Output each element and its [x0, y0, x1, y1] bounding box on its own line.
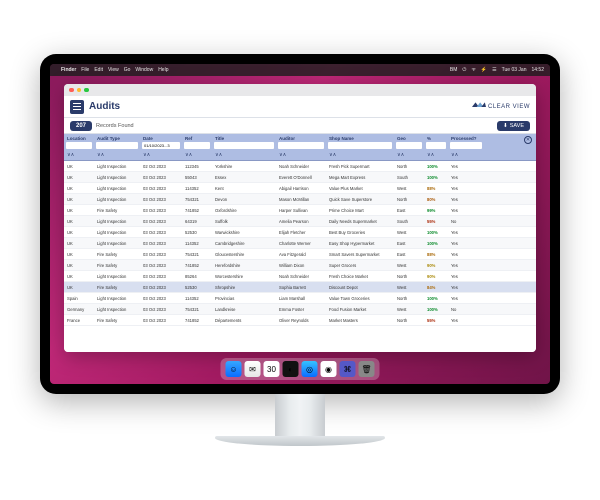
sort-toggle-icon[interactable]: ∨∧: [182, 152, 212, 158]
menubar-app-name[interactable]: Finder: [61, 67, 76, 73]
column-header[interactable]: Processed?: [448, 134, 484, 142]
column-header[interactable]: Ref: [182, 134, 212, 142]
dock-teams-icon[interactable]: ⌘: [340, 361, 356, 377]
macos-menubar: Finder File Edit View Go Window Help BM …: [50, 64, 550, 76]
dock-chrome-icon[interactable]: ◉: [321, 361, 337, 377]
monitor-stand: [275, 394, 325, 436]
table-row[interactable]: GermanyLight Inspection03 Oct 2023754321…: [64, 304, 536, 315]
control-center-icon[interactable]: ☰: [492, 67, 496, 73]
table-row[interactable]: UKFire Safety03 Oct 2023741852Oxfordshir…: [64, 205, 536, 216]
window-titlebar: [64, 84, 536, 96]
audits-table: UKLight Inspection02 Oct 2023112345Yorks…: [64, 161, 536, 352]
filter-input[interactable]: [184, 142, 210, 149]
filter-input[interactable]: [96, 142, 138, 149]
table-row[interactable]: UKFire Safety03 Oct 2023741852Herefordsh…: [64, 260, 536, 271]
table-row[interactable]: UKLight Inspection03 Oct 202352530Warwic…: [64, 227, 536, 238]
column-header[interactable]: Auditor: [276, 134, 326, 142]
wifi-icon[interactable]: ᯤ: [471, 67, 476, 73]
menubar-left: Finder File Edit View Go Window Help: [56, 67, 168, 73]
record-count-badge: 207: [70, 121, 92, 131]
table-row[interactable]: UKFire Safety03 Oct 2023754321Gloucester…: [64, 249, 536, 260]
column-header[interactable]: Shop Name: [326, 134, 394, 142]
table-row[interactable]: UKLight Inspection03 Oct 202364319Suffol…: [64, 216, 536, 227]
sort-toggle-icon[interactable]: ∨∧: [212, 152, 276, 158]
column-header[interactable]: Date: [140, 134, 182, 142]
table-row[interactable]: UKLight Inspection03 Oct 2023114352KentA…: [64, 183, 536, 194]
sort-toggle-icon[interactable]: ∨∧: [64, 152, 94, 158]
filter-input[interactable]: [66, 142, 92, 149]
column-header[interactable]: Geo: [394, 134, 424, 142]
table-row[interactable]: UKLight Inspection03 Oct 202355043EssexE…: [64, 172, 536, 183]
table-row[interactable]: UKLight Inspection02 Oct 2023112345Yorks…: [64, 161, 536, 172]
filter-row: LocationAudit TypeDateRefTitleAuditorSho…: [64, 134, 536, 161]
dock-app1-icon[interactable]: ◐: [283, 361, 299, 377]
table-row[interactable]: SpainLight Inspection03 Oct 2023114352Pr…: [64, 293, 536, 304]
zoom-window-icon[interactable]: [84, 88, 89, 93]
filter-input[interactable]: [142, 142, 180, 149]
column-header[interactable]: %: [424, 134, 448, 142]
filter-input[interactable]: [396, 142, 422, 149]
table-row[interactable]: FranceFire Safety03 Oct 2023741852Départ…: [64, 315, 536, 326]
menubar-date[interactable]: Tue 03 Jan: [502, 67, 527, 73]
app-header: Audits CLEAR VIEW: [64, 96, 536, 118]
table-row[interactable]: UKFire Safety03 Oct 202352530ShropshireS…: [64, 282, 536, 293]
save-button[interactable]: ⬇ SAVE: [497, 121, 530, 131]
menubar-right: BM ⏻ ᯤ ⚡ ☰ Tue 03 Jan 14:52: [450, 67, 544, 73]
sort-toggle-icon[interactable]: ∨∧: [424, 152, 448, 158]
dock-calendar-icon[interactable]: 30: [264, 361, 280, 377]
table-row[interactable]: UKLight Inspection03 Oct 2023754321Devon…: [64, 194, 536, 205]
filter-input[interactable]: [450, 142, 482, 149]
sort-toggle-icon[interactable]: ∨∧: [140, 152, 182, 158]
monitor-base: [215, 436, 385, 446]
filter-input[interactable]: [426, 142, 446, 149]
minimize-window-icon[interactable]: [77, 88, 82, 93]
records-found-label: Records Found: [96, 123, 134, 129]
toolbar: 207 Records Found ⬇ SAVE: [64, 118, 536, 134]
column-header[interactable]: Location: [64, 134, 94, 142]
close-window-icon[interactable]: [69, 88, 74, 93]
dock-mail-icon[interactable]: ✉: [245, 361, 261, 377]
brand-logo: CLEAR VIEW: [472, 102, 530, 112]
macos-dock: ☺✉30◐◎◉⌘🗑: [221, 358, 380, 380]
sort-toggle-icon[interactable]: ∨∧: [448, 152, 484, 158]
filter-input[interactable]: [278, 142, 324, 149]
column-header[interactable]: Title: [212, 134, 276, 142]
battery-icon[interactable]: ⚡: [481, 67, 487, 73]
dock-safari-icon[interactable]: ◎: [302, 361, 318, 377]
filter-input[interactable]: [214, 142, 274, 149]
dock-trash-icon[interactable]: 🗑: [359, 361, 375, 377]
sort-toggle-icon[interactable]: ∨∧: [276, 152, 326, 158]
table-row[interactable]: UKLight Inspection03 Oct 202385264Worces…: [64, 271, 536, 282]
column-header[interactable]: Audit Type: [94, 134, 140, 142]
page-title: Audits: [89, 101, 120, 112]
download-icon: ⬇: [503, 123, 508, 129]
filter-input[interactable]: [328, 142, 392, 149]
hamburger-menu-icon[interactable]: [70, 100, 84, 114]
dock-finder-icon[interactable]: ☺: [226, 361, 242, 377]
audits-window: Audits CLEAR VIEW 207 Records Found ⬇ SA…: [64, 84, 536, 352]
clear-filters-icon[interactable]: ✕: [524, 136, 532, 144]
sort-toggle-icon[interactable]: ∨∧: [94, 152, 140, 158]
table-row[interactable]: UKLight Inspection03 Oct 2023114352Cambr…: [64, 238, 536, 249]
sort-toggle-icon[interactable]: ∨∧: [394, 152, 424, 158]
sort-toggle-icon[interactable]: ∨∧: [326, 152, 394, 158]
menubar-time[interactable]: 14:52: [531, 67, 544, 73]
